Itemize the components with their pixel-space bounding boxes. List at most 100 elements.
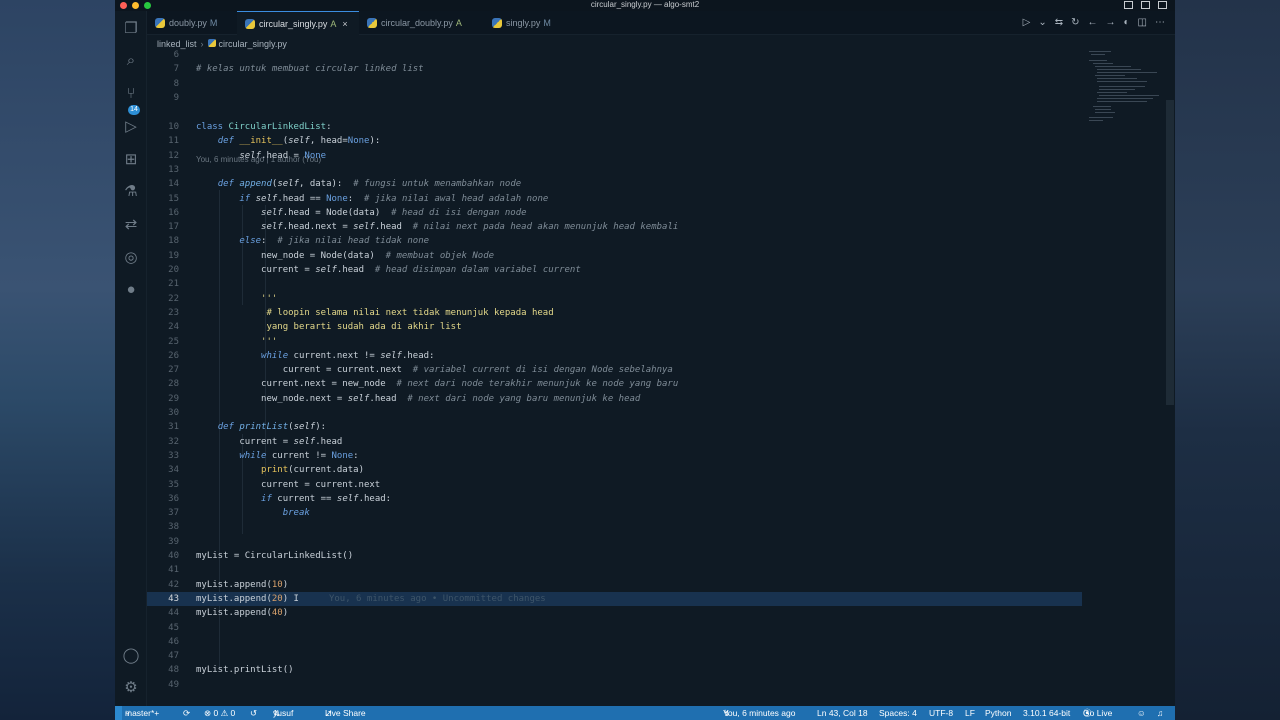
line-content: yang berarti sudah ada di akhir list bbox=[196, 322, 462, 333]
run-debug-icon[interactable]: ▷ bbox=[122, 118, 140, 136]
line-number: 18 bbox=[168, 236, 179, 247]
minimap[interactable] bbox=[1087, 48, 1167, 128]
code-editor[interactable]: You, 6 minutes ago | 1 author (You) 6 7 #… bbox=[147, 48, 1087, 698]
tab-circular-doubly[interactable]: circular_doubly.py A bbox=[359, 11, 484, 35]
remote-indicator[interactable] bbox=[115, 706, 122, 720]
code-line: 25 ''' bbox=[147, 335, 1087, 349]
line-content: break bbox=[282, 508, 310, 519]
encoding-status[interactable]: UTF-8 bbox=[929, 706, 953, 720]
line-content: myList = CircularLinkedList() bbox=[196, 551, 354, 561]
line-number: 32 bbox=[168, 436, 179, 447]
code-line: 31 def printList(self): bbox=[147, 420, 1087, 434]
toggle-sidebar-icon[interactable] bbox=[1124, 1, 1133, 9]
code-line: 27 current = current.next # variabel cur… bbox=[147, 363, 1087, 377]
account-icon[interactable]: ◯ bbox=[122, 647, 140, 665]
code-line: 15 if self.head == None: # jika nilai aw… bbox=[147, 192, 1087, 206]
tab-label: circular_singly.py bbox=[259, 19, 328, 29]
files-icon[interactable]: ❐ bbox=[122, 20, 140, 38]
indentation-status[interactable]: Spaces: 4 bbox=[879, 706, 917, 720]
desktop-background-right bbox=[1175, 0, 1280, 720]
line-number: 42 bbox=[168, 579, 179, 590]
line-number: 46 bbox=[168, 636, 179, 647]
line-content: current.next = new_node # next dari node… bbox=[196, 379, 679, 390]
python-file-icon bbox=[245, 19, 255, 29]
line-number: 40 bbox=[168, 551, 179, 561]
tab-circular-singly[interactable]: circular_singly.py A × bbox=[237, 11, 359, 35]
code-line: 23 # loopin selama nilai next tidak menu… bbox=[147, 306, 1087, 320]
source-control-icon[interactable]: ⑂ bbox=[122, 85, 140, 103]
more-actions-icon[interactable]: ⋯ bbox=[1155, 11, 1165, 35]
line-content: myList.printList() bbox=[196, 665, 294, 676]
code-line: 49 bbox=[147, 678, 1087, 692]
extensions-icon[interactable]: ⊞ bbox=[122, 151, 140, 169]
editor-actions: ▷ ⌄ ⇆ ↻ ← → ◐ ◫ ⋯ bbox=[1023, 11, 1165, 35]
code-line: 17 self.head.next = self.head # nilai ne… bbox=[147, 220, 1087, 234]
line-number: 25 bbox=[168, 336, 179, 347]
open-changes-icon[interactable]: ↻ bbox=[1071, 11, 1079, 35]
python-interpreter[interactable]: 3.10.1 64-bit bbox=[1023, 706, 1070, 720]
line-number: 36 bbox=[168, 493, 179, 504]
compare-changes-icon[interactable]: ⇆ bbox=[1055, 11, 1063, 35]
toggle-blame-icon[interactable]: ◐ bbox=[1124, 11, 1130, 35]
vertical-scrollbar[interactable] bbox=[1166, 100, 1174, 405]
line-content: # kelas untuk membuat circular linked li… bbox=[196, 64, 424, 75]
go-live-label: Go Live bbox=[1083, 708, 1113, 718]
feedback-icon[interactable]: ☺ bbox=[1137, 706, 1146, 720]
gitlens-icon[interactable]: ◎ bbox=[122, 249, 140, 267]
code-line: 11 def __init__(self, head=None): bbox=[147, 134, 1087, 148]
code-line: 8 bbox=[147, 77, 1087, 91]
minimize-window-button[interactable] bbox=[132, 2, 139, 9]
zoom-window-button[interactable] bbox=[144, 2, 151, 9]
toggle-panel-icon[interactable] bbox=[1141, 1, 1150, 9]
spotify-icon[interactable]: ● bbox=[122, 281, 140, 299]
code-line: 46 bbox=[147, 635, 1087, 649]
chevron-down-icon[interactable]: ⌄ bbox=[1038, 11, 1046, 35]
tab-singly[interactable]: singly.py M bbox=[484, 11, 574, 35]
current-code-line: 43 myList.append(20) I You, 6 minutes ago … bbox=[147, 591, 1082, 607]
line-number: 33 bbox=[168, 450, 179, 461]
tab-label: circular_doubly.py bbox=[381, 18, 453, 28]
previous-change-icon[interactable]: ← bbox=[1088, 11, 1098, 35]
window-title: circular_singly.py — algo-smt2 bbox=[590, 0, 700, 9]
split-editor-icon[interactable]: ◫ bbox=[1138, 11, 1147, 35]
code-line: 26 while current.next != self.head: bbox=[147, 349, 1087, 363]
line-content: if self.head == None: # jika nilai awal … bbox=[239, 193, 549, 204]
next-change-icon[interactable]: → bbox=[1106, 11, 1116, 35]
cursor-position[interactable]: Ln 43, Col 18 bbox=[817, 706, 868, 720]
code-line: 33 while current != None: bbox=[147, 449, 1087, 463]
title-bar: circular_singly.py — algo-smt2 bbox=[115, 0, 1175, 11]
run-file-icon[interactable]: ▷ bbox=[1023, 11, 1031, 35]
eol-status[interactable]: LF bbox=[965, 706, 975, 720]
editor-tabs: doubly.py M circular_singly.py A × circular… bbox=[147, 11, 1175, 35]
line-number: 20 bbox=[168, 265, 179, 275]
tab-doubly[interactable]: doubly.py M bbox=[147, 11, 237, 35]
settings-gear-icon[interactable]: ⚙ bbox=[122, 679, 140, 697]
close-window-button[interactable] bbox=[120, 2, 127, 9]
search-icon[interactable]: ⌕ bbox=[122, 52, 140, 70]
language-mode[interactable]: Python bbox=[985, 706, 1011, 720]
line-content: ''' bbox=[261, 293, 278, 304]
close-tab-icon[interactable]: × bbox=[342, 19, 347, 29]
code-line: 35 current = current.next bbox=[147, 478, 1087, 492]
line-number: 38 bbox=[168, 522, 179, 533]
line-content: myList.append(40) bbox=[196, 608, 289, 619]
history-icon[interactable]: ↺ bbox=[250, 706, 257, 720]
problems-status[interactable]: ⊗ 0 ⚠ 0 bbox=[204, 706, 235, 720]
remote-icon[interactable]: ⇄ bbox=[122, 216, 140, 234]
code-line: 9 bbox=[147, 91, 1087, 105]
line-number: 30 bbox=[168, 408, 179, 418]
notifications-bell-icon[interactable]: ♫ bbox=[1157, 706, 1163, 720]
layout-controls bbox=[1124, 1, 1167, 9]
line-number: 35 bbox=[168, 479, 179, 490]
inline-blame: You, 6 minutes ago • Uncommitted changes bbox=[328, 593, 546, 604]
sync-icon[interactable]: ⟳ bbox=[183, 706, 190, 720]
branch-label: master*+ bbox=[125, 708, 160, 718]
code-line: 28 current.next = new_node # next dari n… bbox=[147, 377, 1087, 391]
toggle-secondary-sidebar-icon[interactable] bbox=[1158, 1, 1167, 9]
code-line: 36 if current == self.head: bbox=[147, 492, 1087, 506]
line-number: 28 bbox=[168, 379, 179, 390]
tab-label: singly.py bbox=[506, 18, 541, 28]
line-content: def printList(self): bbox=[217, 422, 327, 433]
code-line: 21 bbox=[147, 277, 1087, 291]
testing-icon[interactable]: ⚗ bbox=[122, 183, 140, 201]
